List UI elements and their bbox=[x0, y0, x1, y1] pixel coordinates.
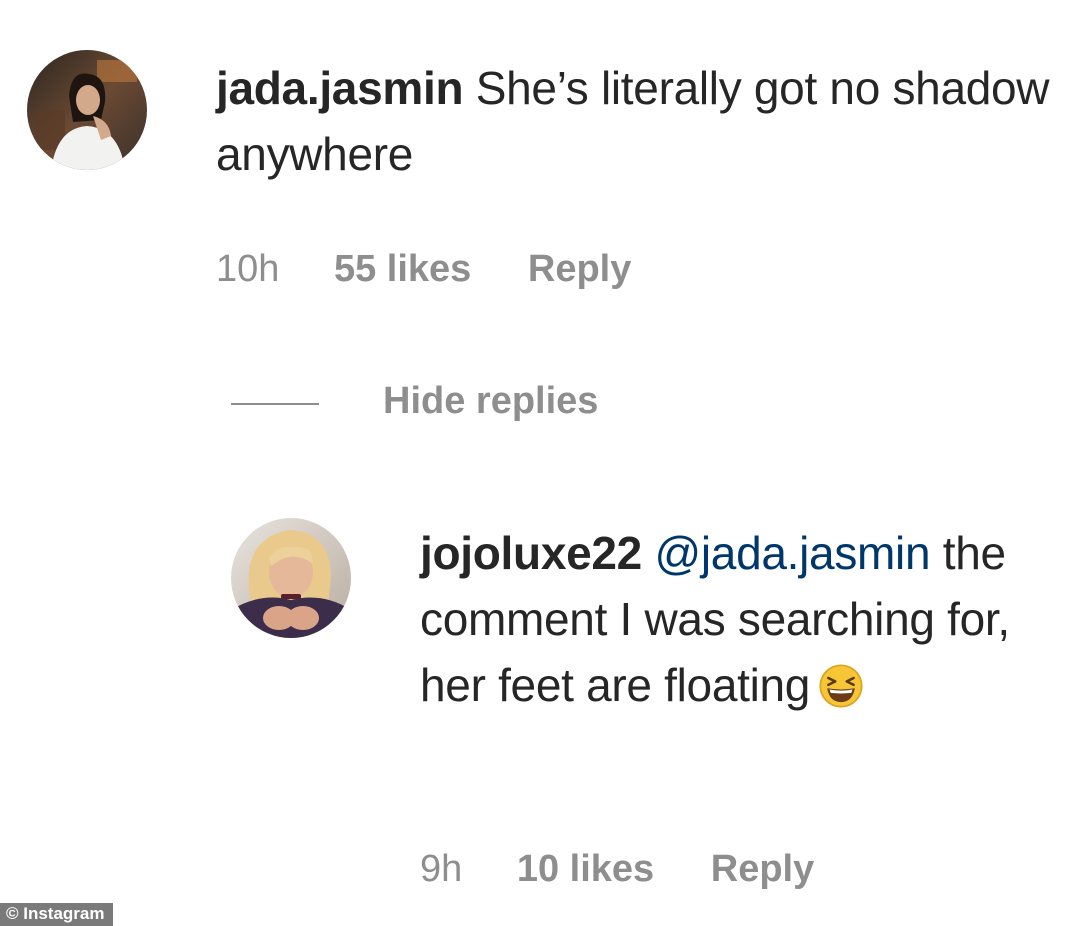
profile-photo-icon bbox=[231, 518, 351, 638]
reply-mention[interactable]: @jada.jasmin bbox=[654, 527, 930, 579]
comment-likes[interactable]: 55 likes bbox=[334, 246, 471, 292]
reply-time: 9h bbox=[420, 848, 463, 890]
instagram-watermark: © Instagram bbox=[0, 903, 113, 926]
hide-replies-divider bbox=[231, 403, 319, 405]
comment-meta: 10h 55 likes Reply bbox=[216, 246, 631, 292]
profile-photo-icon bbox=[27, 50, 147, 170]
reply-button[interactable]: Reply bbox=[711, 846, 814, 892]
reply-button[interactable]: Reply bbox=[528, 246, 631, 292]
avatar[interactable] bbox=[27, 50, 147, 170]
reply-username[interactable]: jojoluxe22 bbox=[420, 527, 642, 579]
avatar[interactable] bbox=[231, 518, 351, 638]
comment-username[interactable]: jada.jasmin bbox=[216, 62, 464, 114]
reply-likes[interactable]: 10 likes bbox=[517, 846, 654, 892]
grinning-squinting-face-icon bbox=[818, 663, 864, 709]
hide-replies-label[interactable]: Hide replies bbox=[383, 378, 598, 424]
comment-text: jada.jasmin She’s literally got no shado… bbox=[216, 55, 1056, 187]
reply-meta: 9h 10 likes Reply bbox=[420, 846, 814, 892]
comment-time: 10h bbox=[216, 248, 280, 290]
reply-text: jojoluxe22 @jada.jasmin the comment I wa… bbox=[420, 520, 1060, 718]
